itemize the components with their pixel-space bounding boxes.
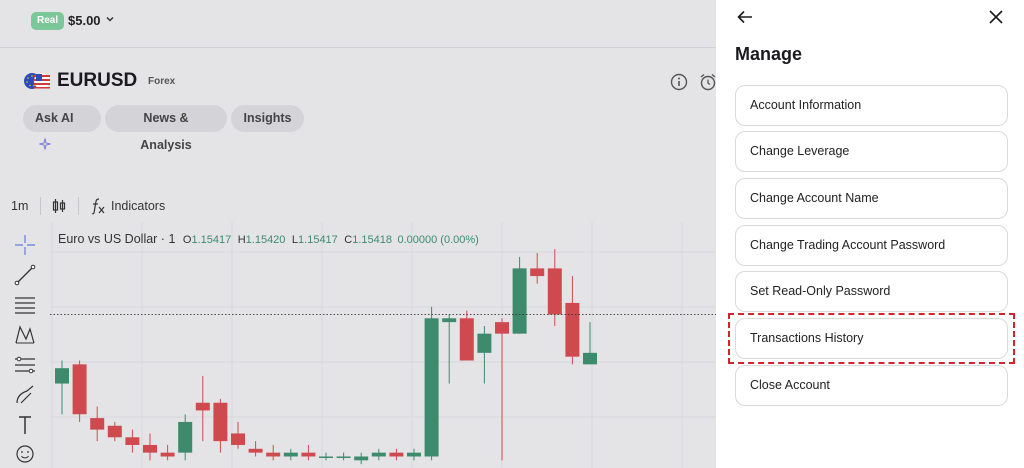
candle-body bbox=[319, 456, 333, 458]
candle-body bbox=[231, 433, 245, 445]
menu-item-change-leverage[interactable]: Change Leverage bbox=[735, 131, 1008, 172]
trend-line-icon[interactable] bbox=[12, 264, 38, 286]
candle-body bbox=[213, 402, 228, 442]
candle-body bbox=[354, 456, 369, 461]
legend-title: Euro vs US Dollar · 1 bbox=[58, 232, 176, 246]
toolbar-divider bbox=[78, 197, 79, 215]
candle-body bbox=[107, 425, 122, 438]
candle-body bbox=[178, 421, 193, 453]
sparkle-icon bbox=[39, 138, 51, 150]
candle-body bbox=[583, 352, 597, 365]
legend-high-value: 1.15420 bbox=[245, 234, 286, 246]
info-icon[interactable] bbox=[670, 73, 688, 91]
candle-body bbox=[407, 452, 421, 457]
candle-body bbox=[195, 402, 210, 411]
candle-body bbox=[371, 452, 386, 457]
emoji-icon[interactable] bbox=[12, 443, 38, 465]
candle-body bbox=[90, 418, 105, 430]
account-type-badge: Real bbox=[31, 12, 65, 30]
brush-icon[interactable] bbox=[12, 384, 38, 406]
account-balance[interactable]: $5.00 bbox=[68, 12, 101, 30]
indicators-button[interactable]: Indicators bbox=[111, 199, 165, 213]
account-bar: Real $5.00 bbox=[0, 0, 716, 48]
candle-body bbox=[266, 452, 281, 457]
legend-open-value: 1.15417 bbox=[191, 234, 232, 246]
tab-ask-ai[interactable]: Ask AI bbox=[23, 105, 101, 150]
candle-body bbox=[160, 452, 175, 457]
candle-body bbox=[495, 322, 509, 334]
candle-body bbox=[530, 268, 545, 277]
candlestick-type-icon[interactable] bbox=[51, 198, 67, 214]
menu-item-account-information[interactable]: Account Information bbox=[735, 85, 1008, 126]
close-icon[interactable] bbox=[988, 9, 1004, 25]
candle-body bbox=[424, 318, 439, 457]
candle-body bbox=[547, 268, 562, 315]
tab-insights[interactable]: Insights bbox=[231, 105, 304, 132]
candle-body bbox=[143, 444, 157, 453]
tab-news-analysis[interactable]: News & Analysis bbox=[105, 105, 227, 152]
menu-item-close-account[interactable]: Close Account bbox=[735, 365, 1008, 406]
manage-panel: Manage Account Information Change Levera… bbox=[716, 0, 1024, 468]
toolbar-divider bbox=[40, 197, 41, 215]
candle-body bbox=[125, 437, 140, 445]
candle-body bbox=[442, 318, 457, 323]
instrument-symbol: EURUSD bbox=[57, 70, 138, 91]
crosshair-icon[interactable] bbox=[12, 234, 38, 256]
alarm-icon[interactable] bbox=[699, 73, 716, 91]
eur-usd-flag-icon bbox=[24, 72, 51, 90]
text-tool-icon[interactable] bbox=[12, 414, 38, 436]
chevron-down-icon[interactable] bbox=[104, 13, 116, 25]
timeframe-selector[interactable]: 1m bbox=[11, 199, 28, 213]
trading-view: Real $5.00 EURUSD Forex Ask AI News & An… bbox=[0, 0, 716, 468]
candle-body bbox=[301, 452, 316, 457]
legend-high-label: H bbox=[237, 234, 246, 246]
price-chart[interactable] bbox=[50, 222, 716, 468]
indicators-fx-icon[interactable] bbox=[90, 197, 106, 215]
horizontal-lines-icon[interactable] bbox=[12, 294, 38, 316]
menu-item-change-account-name[interactable]: Change Account Name bbox=[735, 178, 1008, 219]
candle-body bbox=[477, 333, 492, 353]
candle-body bbox=[336, 456, 351, 458]
candle-body bbox=[283, 452, 298, 457]
chart-legend: Euro vs US Dollar · 1 O1.15417 H1.15420 … bbox=[58, 232, 479, 246]
menu-item-set-read-only-password[interactable]: Set Read-Only Password bbox=[735, 271, 1008, 312]
candle-body bbox=[72, 364, 87, 415]
candle-body bbox=[248, 448, 263, 453]
tab-ask-ai-label: Ask AI bbox=[35, 111, 74, 125]
pattern-tool-icon[interactable] bbox=[12, 324, 38, 346]
candle-body bbox=[565, 302, 580, 357]
candle-body bbox=[512, 268, 527, 334]
candle-body bbox=[389, 452, 404, 457]
legend-close-value: 1.15418 bbox=[352, 234, 392, 246]
measure-tool-icon[interactable] bbox=[12, 354, 38, 376]
candle-body bbox=[459, 318, 474, 361]
legend-low-value: 1.15417 bbox=[298, 234, 338, 246]
candle-body bbox=[55, 368, 69, 384]
chart-toolbar: 1m Indicators bbox=[0, 192, 716, 220]
back-arrow-icon[interactable] bbox=[736, 8, 754, 26]
highlight-box bbox=[728, 313, 1015, 364]
legend-change: 0.00000 (0.00%) bbox=[397, 234, 479, 246]
menu-item-change-trading-password[interactable]: Change Trading Account Password bbox=[735, 225, 1008, 266]
instrument-market: Forex bbox=[148, 76, 176, 87]
panel-title: Manage bbox=[735, 44, 803, 64]
